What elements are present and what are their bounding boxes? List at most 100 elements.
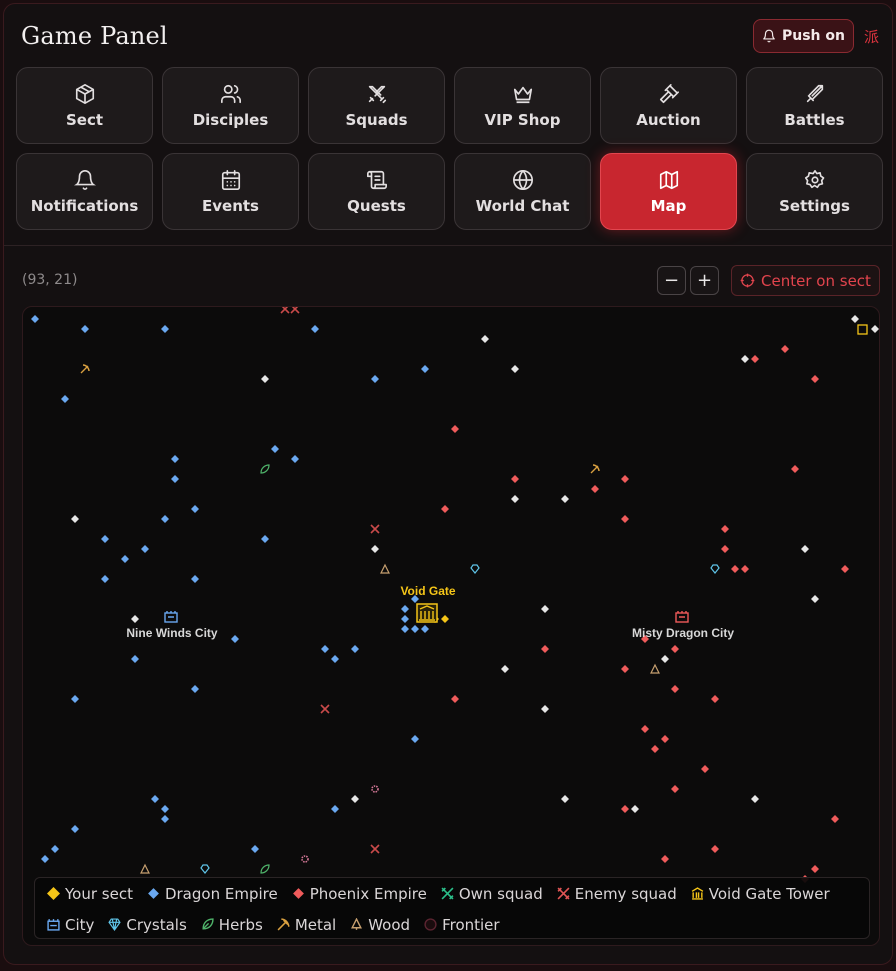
phoenix-empire-marker[interactable] [711, 695, 719, 703]
phoenix-empire-marker[interactable] [841, 565, 849, 573]
neutral-marker[interactable] [801, 545, 809, 553]
dragon-empire-marker[interactable] [61, 395, 69, 403]
nav-tile-settings[interactable]: Settings [746, 153, 883, 230]
dragon-empire-marker[interactable] [311, 325, 319, 333]
neutral-marker[interactable] [71, 515, 79, 523]
herb-marker[interactable] [260, 864, 270, 874]
nav-tile-disciples[interactable]: Disciples [162, 67, 299, 144]
dragon-empire-marker[interactable] [351, 645, 359, 653]
dragon-empire-marker[interactable] [421, 625, 429, 633]
crystal-marker[interactable] [200, 864, 210, 874]
dragon-empire-marker[interactable] [161, 515, 169, 523]
phoenix-empire-marker[interactable] [671, 685, 679, 693]
phoenix-empire-marker[interactable] [641, 725, 649, 733]
neutral-marker[interactable] [371, 545, 379, 553]
neutral-marker[interactable] [661, 655, 669, 663]
dragon-empire-marker[interactable] [171, 475, 179, 483]
nav-tile-map[interactable]: Map [600, 153, 737, 230]
dragon-empire-marker[interactable] [331, 805, 339, 813]
dragon-empire-marker[interactable] [411, 625, 419, 633]
metal-marker[interactable] [590, 464, 600, 474]
dragon-empire-marker[interactable] [71, 695, 79, 703]
dragon-empire-marker[interactable] [51, 845, 59, 853]
enemy-squad-marker[interactable] [320, 704, 330, 714]
dragon-empire-marker[interactable] [251, 845, 259, 853]
phoenix-empire-marker[interactable] [591, 485, 599, 493]
phoenix-empire-marker[interactable] [621, 805, 629, 813]
dragon-empire-marker[interactable] [131, 655, 139, 663]
dragon-empire-marker[interactable] [401, 605, 409, 613]
dragon-empire-marker[interactable] [271, 445, 279, 453]
dragon-empire-marker[interactable] [291, 455, 299, 463]
phoenix-empire-marker[interactable] [741, 565, 749, 573]
dragon-empire-marker[interactable] [81, 325, 89, 333]
zoom-in-button[interactable]: + [690, 266, 719, 295]
nav-tile-squads[interactable]: Squads [308, 67, 445, 144]
phoenix-empire-marker[interactable] [721, 525, 729, 533]
dragon-empire-marker[interactable] [41, 855, 49, 863]
phoenix-empire-marker[interactable] [451, 695, 459, 703]
neutral-marker[interactable] [811, 595, 819, 603]
phoenix-empire-marker[interactable] [511, 475, 519, 483]
phoenix-empire-marker[interactable] [791, 465, 799, 473]
wood-marker[interactable] [650, 663, 660, 674]
dragon-empire-marker[interactable] [231, 635, 239, 643]
world-map[interactable]: Nine Winds City Misty Dragon City Void G… [22, 306, 880, 946]
push-toggle-button[interactable]: Push on [753, 19, 854, 53]
nav-tile-auction[interactable]: Auction [600, 67, 737, 144]
neutral-marker[interactable] [741, 355, 749, 363]
neutral-marker[interactable] [541, 605, 549, 613]
neutral-marker[interactable] [541, 705, 549, 713]
neutral-marker[interactable] [511, 495, 519, 503]
phoenix-empire-marker[interactable] [811, 865, 819, 873]
dragon-empire-marker[interactable] [161, 325, 169, 333]
zoom-out-button[interactable]: − [657, 266, 686, 295]
wood-marker[interactable] [140, 863, 150, 874]
dragon-empire-marker[interactable] [141, 545, 149, 553]
neutral-marker[interactable] [561, 495, 569, 503]
dragon-empire-marker[interactable] [411, 735, 419, 743]
phoenix-empire-marker[interactable] [651, 745, 659, 753]
neutral-marker[interactable] [851, 315, 859, 323]
neutral-marker[interactable] [511, 365, 519, 373]
dragon-empire-marker[interactable] [71, 825, 79, 833]
frontier-marker[interactable] [857, 324, 868, 335]
bloom-marker[interactable] [371, 785, 379, 793]
neutral-marker[interactable] [631, 805, 639, 813]
phoenix-empire-marker[interactable] [721, 545, 729, 553]
neutral-marker[interactable] [481, 335, 489, 343]
void-gate-tower[interactable]: Void Gate [400, 584, 456, 623]
nav-tile-vip-shop[interactable]: VIP Shop [454, 67, 591, 144]
phoenix-empire-marker[interactable] [441, 505, 449, 513]
phoenix-empire-marker[interactable] [711, 845, 719, 853]
phoenix-empire-marker[interactable] [671, 785, 679, 793]
crystal-marker[interactable] [470, 564, 480, 574]
wood-marker[interactable] [380, 563, 390, 574]
nav-tile-events[interactable]: Events [162, 153, 299, 230]
map-canvas[interactable]: Nine Winds City Misty Dragon City Void G… [23, 307, 880, 946]
phoenix-empire-marker[interactable] [751, 355, 759, 363]
dragon-empire-marker[interactable] [101, 575, 109, 583]
dragon-empire-marker[interactable] [191, 505, 199, 513]
phoenix-empire-marker[interactable] [811, 375, 819, 383]
nav-tile-battles[interactable]: Battles [746, 67, 883, 144]
phoenix-empire-marker[interactable] [451, 425, 459, 433]
phoenix-empire-marker[interactable] [541, 645, 549, 653]
dragon-empire-marker[interactable] [121, 555, 129, 563]
phoenix-empire-marker[interactable] [621, 665, 629, 673]
dragon-empire-marker[interactable] [161, 815, 169, 823]
nav-tile-quests[interactable]: Quests [308, 153, 445, 230]
phoenix-empire-marker[interactable] [661, 735, 669, 743]
dragon-empire-marker[interactable] [151, 795, 159, 803]
phoenix-empire-marker[interactable] [621, 475, 629, 483]
nav-tile-notifications[interactable]: Notifications [16, 153, 153, 230]
neutral-marker[interactable] [261, 375, 269, 383]
dragon-empire-marker[interactable] [191, 685, 199, 693]
enemy-squad-marker[interactable] [370, 844, 380, 854]
dragon-empire-marker[interactable] [401, 615, 409, 623]
dragon-empire-marker[interactable] [31, 315, 39, 323]
phoenix-empire-marker[interactable] [731, 565, 739, 573]
center-on-sect-button[interactable]: Center on sect [731, 265, 880, 296]
phoenix-empire-marker[interactable] [621, 515, 629, 523]
neutral-marker[interactable] [351, 795, 359, 803]
